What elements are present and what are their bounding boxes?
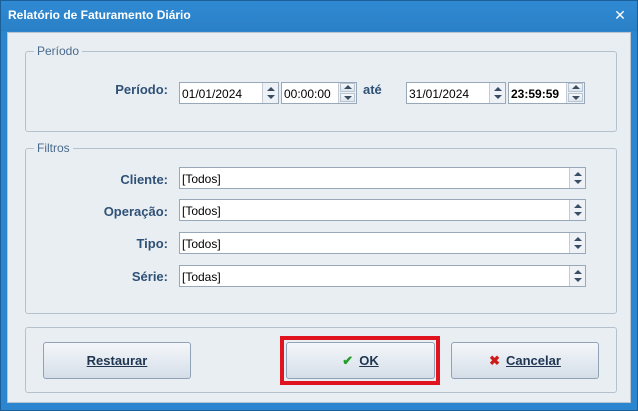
end-time-field[interactable]: 23:59:59 bbox=[508, 82, 585, 104]
start-date-value: 01/01/2024 bbox=[182, 87, 243, 101]
start-time-field[interactable]: 00:00:00 bbox=[281, 82, 357, 104]
start-date-field[interactable]: 01/01/2024 bbox=[179, 82, 279, 104]
cliente-value: [Todos] bbox=[182, 172, 221, 186]
cancelar-button[interactable]: ✖ Cancelar bbox=[451, 342, 599, 379]
start-time-value: 00:00:00 bbox=[284, 87, 331, 101]
start-time-spin-icon[interactable] bbox=[338, 83, 356, 103]
serie-value: [Todas] bbox=[182, 270, 221, 284]
cliente-label: Cliente: bbox=[120, 172, 168, 187]
tipo-spin-icon[interactable] bbox=[569, 233, 585, 253]
title-bar[interactable]: Relatório de Faturamento Diário ✕ bbox=[1, 1, 637, 31]
ate-label: até bbox=[363, 82, 382, 97]
end-time-spin-icon[interactable] bbox=[566, 83, 584, 103]
ok-highlight-box bbox=[280, 336, 440, 385]
serie-select[interactable]: [Todas] bbox=[179, 265, 586, 287]
filtros-group-caption: Filtros bbox=[34, 141, 73, 155]
restaurar-button[interactable]: Restaurar bbox=[43, 342, 191, 379]
cliente-spin-icon[interactable] bbox=[569, 168, 585, 188]
operacao-spin-icon[interactable] bbox=[569, 200, 585, 220]
close-icon[interactable]: ✕ bbox=[609, 5, 631, 25]
periodo-label: Período: bbox=[115, 82, 168, 97]
serie-label: Série: bbox=[131, 269, 168, 284]
operacao-select[interactable]: [Todos] bbox=[179, 199, 586, 221]
end-date-spin-icon[interactable] bbox=[489, 83, 505, 103]
window-title: Relatório de Faturamento Diário bbox=[8, 8, 191, 22]
operacao-value: [Todos] bbox=[182, 204, 221, 218]
tipo-select[interactable]: [Todos] bbox=[179, 232, 586, 254]
tipo-label: Tipo: bbox=[136, 236, 168, 251]
operacao-label: Operação: bbox=[103, 204, 168, 219]
end-time-value: 23:59:59 bbox=[511, 87, 560, 101]
serie-spin-icon[interactable] bbox=[569, 266, 585, 286]
periodo-group-caption: Período bbox=[34, 44, 83, 58]
cliente-select[interactable]: [Todos] bbox=[179, 167, 586, 189]
x-icon: ✖ bbox=[489, 353, 500, 368]
end-date-field[interactable]: 31/01/2024 bbox=[406, 82, 506, 104]
start-date-spin-icon[interactable] bbox=[262, 83, 278, 103]
cancelar-label: Cancelar bbox=[505, 353, 561, 368]
restaurar-label: Restaurar bbox=[86, 353, 148, 368]
tipo-value: [Todos] bbox=[182, 237, 221, 251]
report-dialog: Relatório de Faturamento Diário ✕ Períod… bbox=[0, 0, 638, 411]
end-date-value: 31/01/2024 bbox=[409, 87, 470, 101]
